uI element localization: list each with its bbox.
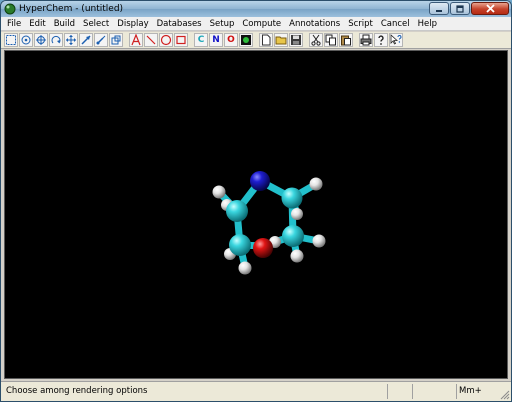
zoom-icon [96, 35, 106, 45]
menu-databases[interactable]: Databases [153, 17, 206, 31]
hydrogen-atom [309, 177, 323, 191]
context-help-button[interactable] [389, 33, 403, 47]
rectangle-annotation-button[interactable] [174, 33, 188, 47]
element-o-button[interactable]: O [224, 33, 238, 47]
translate-xy-icon [66, 35, 76, 45]
rotate-z-button[interactable] [49, 33, 63, 47]
translate-z-icon [81, 35, 91, 45]
copy-button[interactable] [324, 33, 338, 47]
rotate-xy-icon [36, 35, 46, 45]
toolbar: C N O [1, 32, 511, 49]
hydrogen-atom [291, 208, 303, 220]
close-icon [485, 4, 495, 13]
menu-cancel[interactable]: Cancel [377, 17, 414, 31]
maximize-icon [456, 4, 464, 13]
element-c-label: C [197, 35, 205, 45]
menu-build[interactable]: Build [50, 17, 79, 31]
copy-icon [325, 34, 336, 46]
menu-select[interactable]: Select [79, 17, 113, 31]
clip-icon [111, 35, 121, 45]
menu-compute[interactable]: Compute [238, 17, 285, 31]
paste-clipboard-icon [341, 35, 351, 46]
close-button[interactable] [471, 2, 509, 15]
resize-grip-icon[interactable] [499, 389, 510, 400]
translate-xy-button[interactable] [64, 33, 78, 47]
printer-icon [360, 34, 372, 46]
status-bar: Choose among rendering options Mm+ [1, 381, 511, 401]
new-file-icon [262, 34, 271, 46]
maximize-button[interactable] [450, 2, 470, 15]
carbon-atom [229, 234, 251, 256]
menu-script[interactable]: Script [344, 17, 377, 31]
menu-file[interactable]: File [3, 17, 25, 31]
scissors-icon [311, 34, 321, 46]
circle-icon [160, 34, 172, 46]
title-bar[interactable]: HyperChem - (untitled) [1, 1, 511, 17]
new-file-button[interactable] [259, 33, 273, 47]
status-pane-divider [412, 384, 413, 399]
element-c-button[interactable]: C [194, 33, 208, 47]
app-window: HyperChem - (untitled) File Edit Build S… [0, 0, 512, 402]
status-calculation-method: Mm+ [459, 386, 482, 396]
carbon-atom [226, 200, 248, 222]
element-o-label: O [227, 35, 235, 45]
zoom-button[interactable] [94, 33, 108, 47]
menu-edit[interactable]: Edit [25, 17, 49, 31]
element-n-label: N [212, 35, 220, 45]
clip-button[interactable] [109, 33, 123, 47]
window-title: HyperChem - (untitled) [19, 4, 124, 14]
ellipse-annotation-button[interactable] [159, 33, 173, 47]
rectangle-icon [176, 35, 186, 45]
menu-setup[interactable]: Setup [206, 17, 239, 31]
text-a-icon [131, 34, 141, 46]
help-button[interactable] [374, 33, 388, 47]
cut-button[interactable] [309, 33, 323, 47]
periodic-table-button[interactable] [239, 33, 253, 47]
status-message: Choose among rendering options [6, 386, 148, 396]
line-annotation-button[interactable] [144, 33, 158, 47]
molecule-model [212, 171, 326, 275]
element-n-button[interactable]: N [209, 33, 223, 47]
menu-help[interactable]: Help [414, 17, 441, 31]
open-folder-icon [275, 36, 287, 45]
context-help-icon [390, 34, 402, 45]
select-tool-icon [6, 35, 16, 45]
paste-button[interactable] [339, 33, 353, 47]
nitrogen-atom [250, 171, 270, 191]
status-pane-divider [387, 384, 388, 399]
select-tool-button[interactable] [4, 33, 18, 47]
menu-bar: File Edit Build Select Display Databases… [1, 17, 511, 31]
draw-tool-icon [21, 35, 31, 45]
menu-annotations[interactable]: Annotations [285, 17, 344, 31]
translate-z-button[interactable] [79, 33, 93, 47]
hydrogen-atom [312, 234, 326, 248]
status-pane-divider [456, 384, 457, 399]
open-file-button[interactable] [274, 33, 288, 47]
rotate-xy-button[interactable] [34, 33, 48, 47]
carbon-atom [282, 225, 304, 247]
hydrogen-atom [290, 249, 304, 263]
minimize-icon [436, 9, 442, 12]
line-icon [146, 35, 156, 45]
carbon-atom [281, 187, 303, 209]
menu-display[interactable]: Display [113, 17, 152, 31]
hyperchem-app-icon [4, 3, 16, 15]
rotate-z-icon [51, 35, 61, 44]
text-annotation-button[interactable] [129, 33, 143, 47]
print-button[interactable] [359, 33, 373, 47]
help-question-icon [378, 35, 384, 45]
molecule-workspace[interactable] [4, 50, 508, 379]
hydrogen-atom [238, 261, 252, 275]
minimize-button[interactable] [429, 2, 449, 15]
hydrogen-atom [212, 185, 226, 199]
periodic-table-icon [241, 35, 251, 45]
save-disk-icon [291, 35, 301, 45]
save-file-button[interactable] [289, 33, 303, 47]
oxygen-atom [253, 238, 273, 258]
draw-tool-button[interactable] [19, 33, 33, 47]
